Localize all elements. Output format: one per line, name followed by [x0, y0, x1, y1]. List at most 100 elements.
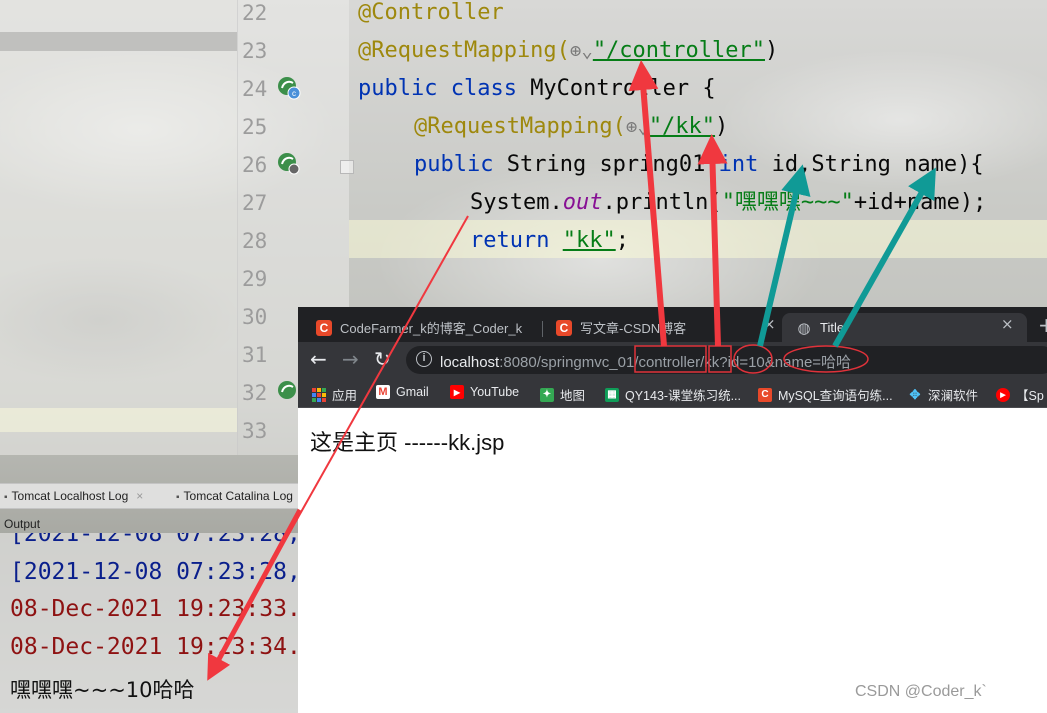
code-line-25: @RequestMapping(⊕⌄"/kk"): [414, 108, 728, 146]
line-number: 30: [242, 305, 268, 329]
line-number: 25: [242, 115, 268, 139]
browser-tab-codefarmer[interactable]: C CodeFarmer_k的博客_Coder_k: [316, 313, 546, 342]
browser-tab-title[interactable]: ◍ Title: [782, 313, 1027, 342]
class-name: MyController {: [530, 76, 716, 101]
annotation-request-mapping: @RequestMapping(: [414, 114, 626, 139]
mapping-path-kk: "/kk": [648, 114, 716, 139]
log-line: 08-Dec-2021 19:23:34.: [10, 634, 298, 660]
code-line-23: @RequestMapping(⊕⌄"/controller"): [358, 32, 778, 70]
console-output[interactable]: [2021-12-08 07:23:28, [2021-12-08 07:23:…: [0, 533, 298, 713]
bookmark-label: 深澜软件: [928, 389, 979, 403]
url-path: :8080/springmvc_01/controller/kk?id=10&n…: [499, 354, 852, 371]
browser-tab-write-article[interactable]: C 写文章-CSDN博客: [556, 313, 771, 342]
code-editor[interactable]: @Controller @RequestMapping(⊕⌄"/controll…: [350, 0, 1047, 300]
bookmark-sp[interactable]: ▶ 【Sp: [996, 385, 1044, 404]
log-icon: ▪: [4, 492, 8, 503]
tab-title: Title: [820, 320, 845, 335]
code-token: .println(: [602, 190, 722, 215]
globe-icon: ◍: [797, 319, 811, 337]
bookmark-apps[interactable]: 应用: [312, 385, 357, 404]
log-icon: ▪: [176, 492, 180, 503]
bookmark-maps[interactable]: ✦ 地图: [540, 385, 585, 404]
method-params: id,String name){: [771, 152, 984, 177]
network-icon: ✥: [909, 386, 921, 402]
code-token: +id+name);: [853, 190, 987, 215]
code-line-24: public class MyController {: [358, 70, 716, 108]
bookmark-label: 【Sp: [1016, 389, 1044, 403]
tab-title: CodeFarmer_k的博客_Coder_k: [340, 321, 523, 336]
type: String: [506, 152, 600, 177]
tab-tomcat-localhost-log[interactable]: ▪ Tomcat Localhost Log ×: [4, 489, 143, 503]
project-tree-highlight: [0, 408, 237, 432]
line-number: 33: [242, 419, 268, 443]
output-label: Output: [4, 517, 41, 531]
line-number: 24: [242, 77, 268, 101]
project-tree-selection[interactable]: [0, 32, 237, 51]
bookmark-label: Gmail: [396, 385, 429, 399]
reload-icon[interactable]: ↻: [374, 347, 391, 371]
csdn-icon: C: [556, 319, 572, 336]
bookmark-shenlan[interactable]: ✥ 深澜软件: [908, 385, 978, 404]
bookmark-label: 地图: [560, 389, 586, 403]
line-number: 23: [242, 39, 268, 63]
bookmarks-bar: 应用 M Gmail ▶ YouTube ✦ 地图 ▦ QY143-课堂练习统.…: [298, 378, 1047, 408]
paren: ): [765, 38, 779, 63]
bookmark-mysql[interactable]: C MySQL查询语句练...: [758, 385, 893, 404]
request-mapping-icon[interactable]: [277, 152, 301, 176]
code-line-26: public String spring01(int id,String nam…: [414, 146, 984, 184]
line-number: 27: [242, 191, 268, 215]
browser-window: C CodeFarmer_k的博客_Coder_k C 写文章-CSDN博客 ×…: [298, 307, 1047, 713]
annotation-controller: @Controller: [358, 0, 504, 25]
gmail-icon: M: [376, 385, 390, 399]
csdn-icon: C: [316, 319, 332, 336]
bookmark-qy143[interactable]: ▦ QY143-课堂练习统...: [605, 385, 741, 404]
spring-bean-icon[interactable]: c: [277, 76, 301, 100]
tab-title: 写文章-CSDN博客: [580, 321, 687, 336]
log-line: [2021-12-08 07:23:28,: [10, 559, 298, 585]
bookmark-youtube[interactable]: ▶ YouTube: [450, 385, 519, 399]
close-icon[interactable]: ×: [763, 315, 776, 333]
address-bar[interactable]: i localhost:8080/springmvc_01/controller…: [406, 346, 1047, 374]
sheets-icon: ▦: [605, 387, 619, 402]
youtube-icon: ▶: [450, 385, 464, 399]
csdn-icon: C: [758, 387, 772, 402]
log-line: 08-Dec-2021 19:23:33.: [10, 596, 298, 622]
bookmark-label: MySQL查询语句练...: [778, 389, 893, 403]
bookmark-label: YouTube: [470, 385, 520, 399]
code-line-22: @Controller: [358, 0, 504, 32]
annotation-request-mapping: @RequestMapping(: [358, 38, 570, 63]
method-name: spring01(: [599, 152, 719, 177]
new-tab-icon[interactable]: +: [1038, 313, 1047, 337]
log-line: [2021-12-08 07:23:28,: [10, 533, 298, 547]
url-text[interactable]: localhost:8080/springmvc_01/controller/k…: [440, 351, 851, 372]
keyword: public class: [358, 76, 531, 101]
back-icon[interactable]: ←: [310, 347, 327, 371]
forward-icon[interactable]: →: [342, 347, 359, 371]
globe-icon: ⊕⌄: [625, 116, 649, 138]
code-line-27: System.out.println("嘿嘿嘿~~~"+id+name);: [470, 184, 986, 222]
close-icon[interactable]: ×: [136, 489, 143, 503]
line-number: 26: [242, 153, 268, 177]
line-number: 28: [242, 229, 268, 253]
maps-icon: ✦: [540, 387, 554, 402]
string-literal: "嘿嘿嘿~~~": [721, 190, 854, 215]
info-icon[interactable]: i: [416, 351, 432, 367]
page-content-text: 这是主页 ------kk.jsp: [310, 430, 505, 455]
bookmark-label: 应用: [332, 389, 358, 403]
tab-separator: [542, 321, 543, 337]
tab-label: Tomcat Catalina Log: [183, 489, 293, 503]
tab-label: Tomcat Localhost Log: [11, 489, 129, 503]
url-host: localhost: [440, 354, 500, 371]
code-line-28: return "kk";: [470, 222, 629, 260]
close-icon[interactable]: ×: [1001, 315, 1014, 333]
line-number: 32: [242, 381, 268, 405]
video-icon: ▶: [996, 387, 1010, 402]
bookmark-gmail[interactable]: M Gmail: [376, 385, 429, 399]
line-number: 29: [242, 267, 268, 291]
bookmark-label: QY143-课堂练习统...: [625, 389, 741, 403]
tab-tomcat-catalina-log[interactable]: ▪ Tomcat Catalina Log: [176, 489, 293, 503]
apps-icon: [312, 387, 326, 402]
paren: ): [715, 114, 729, 139]
watermark: CSDN @Coder_k`: [855, 683, 987, 700]
run-tool-tabs: ▪ Tomcat Localhost Log × ▪ Tomcat Catalina …: [0, 483, 298, 509]
